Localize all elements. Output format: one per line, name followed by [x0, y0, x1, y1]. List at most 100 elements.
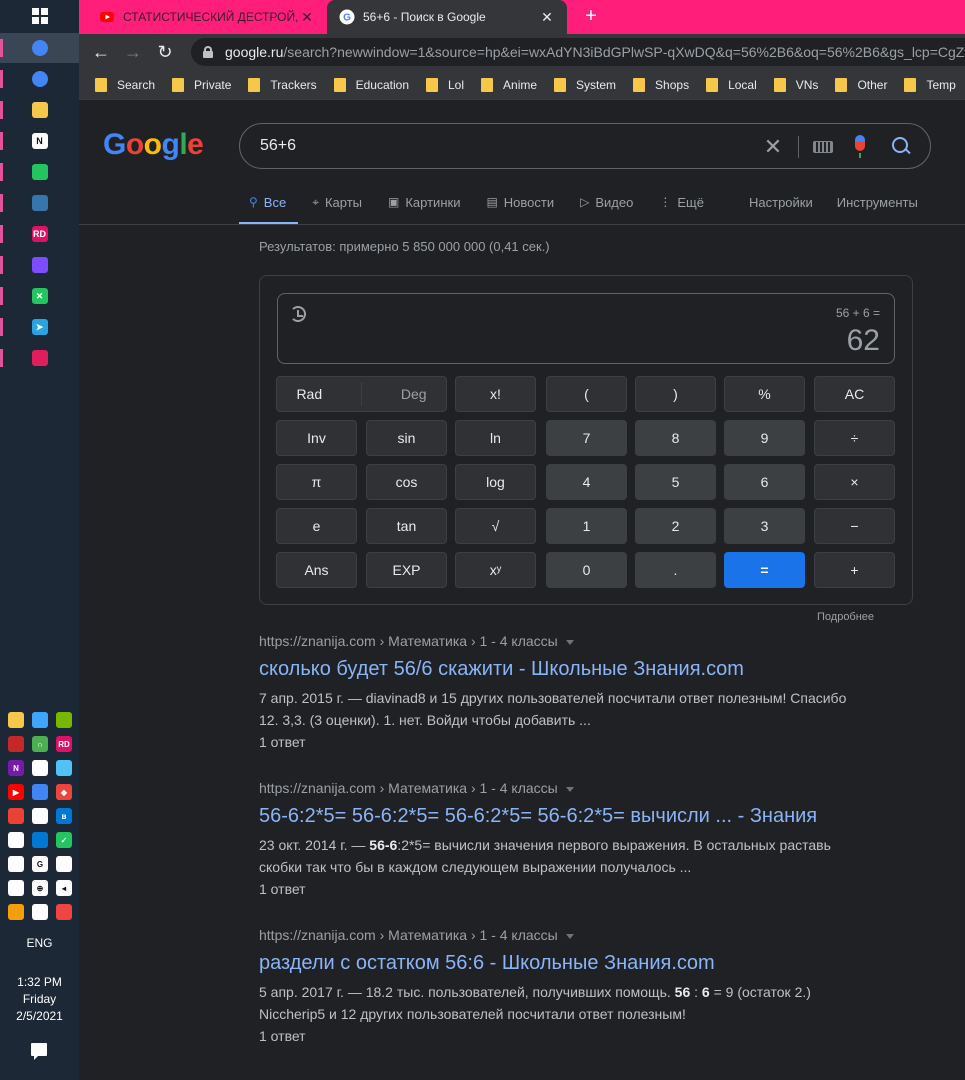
bookmark-folder[interactable]: VNs: [773, 77, 818, 92]
back-arrow-icon[interactable]: ←: [89, 40, 113, 64]
bookmark-folder[interactable]: Temp: [904, 77, 956, 92]
keyboard-app-icon[interactable]: [32, 712, 48, 728]
bookmark-folder[interactable]: Local: [706, 77, 757, 92]
calc-key[interactable]: tan: [366, 508, 447, 544]
more-info-link[interactable]: Подробнее: [817, 611, 874, 623]
microphone-icon[interactable]: [855, 135, 865, 158]
search-tool-icon[interactable]: [8, 904, 24, 920]
calc-key[interactable]: ln: [455, 420, 536, 456]
taskbar-app-chrome[interactable]: [0, 64, 79, 94]
youtube-icon[interactable]: ▶: [8, 784, 24, 800]
search-icon[interactable]: [890, 135, 914, 159]
bookmark-folder[interactable]: Shops: [633, 77, 689, 92]
tab-maps[interactable]: ⌖ Карты: [312, 188, 362, 216]
result-answers-count[interactable]: 1 ответ: [259, 878, 899, 900]
headset-icon[interactable]: ∩: [32, 736, 48, 752]
google-logo[interactable]: Google: [103, 128, 204, 162]
slack-icon[interactable]: [32, 808, 48, 824]
rad-deg-toggle[interactable]: Rad Deg: [276, 376, 447, 412]
taskbar-app-rider[interactable]: RD: [0, 219, 79, 249]
taskbar-app-slack[interactable]: [0, 343, 79, 373]
calc-key[interactable]: log: [455, 464, 536, 500]
tab-all[interactable]: ⚲ Все: [238, 188, 299, 225]
new-tab-plus-icon[interactable]: +: [579, 4, 603, 28]
shield-icon[interactable]: [32, 904, 48, 920]
tab-google-search[interactable]: G 56+6 - Поиск в Google ✕: [327, 0, 567, 34]
cloud-icon[interactable]: [32, 832, 48, 848]
bookmark-folder[interactable]: Search: [95, 77, 155, 92]
calc-key[interactable]: +: [814, 552, 895, 588]
drive-icon[interactable]: [8, 856, 24, 872]
calc-key[interactable]: ×: [814, 464, 895, 500]
dropdown-arrow-icon[interactable]: [565, 639, 574, 645]
network-app-icon[interactable]: [56, 760, 72, 776]
rider-icon[interactable]: RD: [56, 736, 72, 752]
calc-key[interactable]: AC: [814, 376, 895, 412]
calc-key[interactable]: e: [276, 508, 357, 544]
reload-icon[interactable]: ↻: [153, 40, 177, 64]
defender-icon[interactable]: [56, 904, 72, 920]
dropdown-arrow-icon[interactable]: [565, 786, 574, 792]
bluetooth-icon[interactable]: ʙ: [56, 808, 72, 824]
lock-icon[interactable]: [203, 46, 213, 58]
calc-key[interactable]: 7: [546, 420, 627, 456]
result-cite[interactable]: https://znanija.com › Математика › 1 - 4…: [259, 780, 899, 800]
result-answers-count[interactable]: 1 ответ: [259, 1025, 899, 1047]
language-indicator[interactable]: ENG: [0, 936, 79, 950]
globe-icon[interactable]: ⊕: [32, 880, 48, 896]
nvidia-icon[interactable]: [56, 712, 72, 728]
g-hub-icon[interactable]: G: [32, 856, 48, 872]
tab-video[interactable]: ▷ Видео: [580, 188, 633, 216]
taskbar-app-app-circle[interactable]: [0, 157, 79, 187]
tab-news[interactable]: ▤ Новости: [486, 188, 554, 216]
usb-icon[interactable]: [56, 856, 72, 872]
calc-key[interactable]: 0: [546, 552, 627, 588]
calc-key[interactable]: sin: [366, 420, 447, 456]
notification-center-icon[interactable]: [31, 1043, 47, 1060]
calc-key[interactable]: π: [276, 464, 357, 500]
calc-key[interactable]: 4: [546, 464, 627, 500]
calc-key[interactable]: 5: [635, 464, 716, 500]
calc-key[interactable]: √: [455, 508, 536, 544]
forward-arrow-icon[interactable]: →: [121, 40, 145, 64]
gmail-icon[interactable]: [8, 808, 24, 824]
deg-key[interactable]: Deg: [401, 386, 427, 402]
rad-key[interactable]: Rad: [296, 386, 322, 402]
result-title-link[interactable]: сколько будет 56/6 скажити - Школьные Зн…: [259, 658, 899, 684]
start-button[interactable]: [0, 0, 79, 32]
taskbar-app-telegram[interactable]: ➤: [0, 312, 79, 342]
onenote-icon[interactable]: N: [8, 760, 24, 776]
taskbar-app-python[interactable]: [0, 188, 79, 218]
anydesk-icon[interactable]: ◆: [56, 784, 72, 800]
calc-key[interactable]: Ans: [276, 552, 357, 588]
sound-app-icon[interactable]: [8, 736, 24, 752]
keyboard-icon[interactable]: [813, 141, 833, 153]
bookmark-folder[interactable]: Anime: [481, 77, 537, 92]
taskbar-app-notion[interactable]: N: [0, 126, 79, 156]
printer-icon[interactable]: [32, 760, 48, 776]
taskbar-app-file-explorer[interactable]: [0, 95, 79, 125]
result-answers-count[interactable]: 1 ответ: [259, 731, 899, 753]
monitor-icon[interactable]: [8, 832, 24, 848]
taskbar-app-tool[interactable]: ✕: [0, 281, 79, 311]
calc-key[interactable]: ÷: [814, 420, 895, 456]
bookmark-folder[interactable]: Trackers: [248, 77, 317, 92]
calc-key[interactable]: 2: [635, 508, 716, 544]
calc-key[interactable]: (: [546, 376, 627, 412]
result-title-link[interactable]: 56-6:2*5= 56-6:2*5= 56-6:2*5= 56-6:2*5= …: [259, 805, 899, 831]
calc-key[interactable]: x!: [455, 376, 536, 412]
tab-close-icon[interactable]: ✕: [299, 9, 315, 26]
calc-key[interactable]: 3: [724, 508, 805, 544]
tab-more[interactable]: ⋮ Ещё: [659, 188, 704, 216]
taskbar-app-chrome-active[interactable]: [0, 33, 79, 63]
result-cite[interactable]: https://znanija.com › Математика › 1 - 4…: [259, 927, 899, 947]
history-icon[interactable]: [290, 306, 306, 322]
sticky-notes-icon[interactable]: [8, 712, 24, 728]
bookmark-folder[interactable]: System: [554, 77, 616, 92]
calc-key[interactable]: 1: [546, 508, 627, 544]
clear-icon[interactable]: ✕: [760, 134, 786, 160]
microphone-icon[interactable]: [8, 880, 24, 896]
calc-key[interactable]: =: [724, 552, 805, 588]
address-bar[interactable]: google.ru/search?newwindow=1&source=hp&e…: [191, 38, 965, 66]
calc-key[interactable]: cos: [366, 464, 447, 500]
